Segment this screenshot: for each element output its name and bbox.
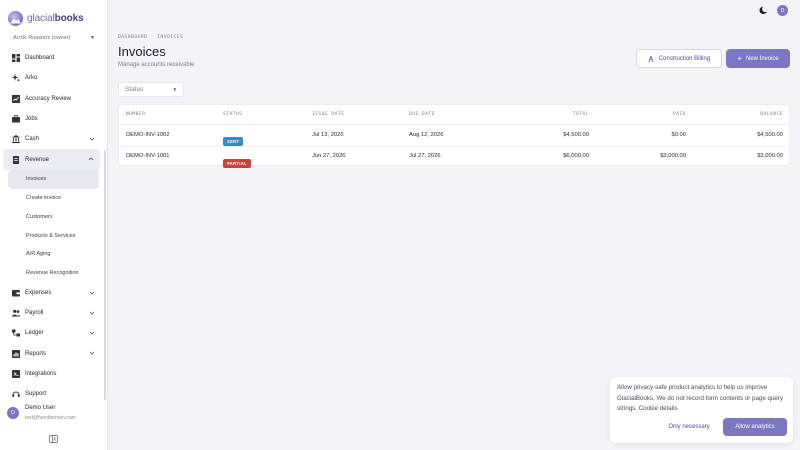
user-name: Demo User (25, 405, 56, 411)
collapse-sidebar-icon[interactable] (49, 435, 58, 443)
column-header-paid[interactable]: PAID (673, 112, 686, 117)
column-header-balance[interactable]: BALANCE (760, 112, 783, 117)
ledger-icon (12, 329, 20, 337)
caret-down-icon: ▼ (172, 87, 177, 92)
sidebar-item-dashboard[interactable]: Dashboard (0, 48, 104, 68)
only-necessary-button[interactable]: Only necessary (662, 419, 716, 435)
issue-date: Jul 13, 2026 (312, 131, 344, 138)
sidebar-subitem-customers[interactable]: Customers (0, 207, 104, 226)
caret-down-icon: ▼ (90, 35, 95, 41)
balance-amount: $4,500.00 (757, 131, 783, 138)
sidebar-subitem-revenue-recognition[interactable]: Revenue Recognition (0, 264, 104, 283)
org-name: Arctic Roasters (owner) (13, 35, 71, 41)
due-date: Jul 27, 2026 (409, 153, 441, 159)
brand-name: glacialbooks (27, 12, 84, 24)
bank-icon (12, 135, 20, 144)
people-icon (12, 309, 20, 317)
due-date: Aug 12, 2026 (409, 131, 444, 138)
avatar: D (7, 407, 19, 419)
column-header-due-date[interactable]: DUE DATE (409, 112, 435, 117)
sidebar-item-ledger[interactable]: Ledger (0, 323, 104, 343)
chevron-down-icon (89, 311, 95, 315)
cookie-details-link[interactable]: Cookie details (639, 405, 678, 412)
status-badge: SENT (223, 130, 244, 148)
paid-amount: $0.00 (671, 131, 686, 138)
briefcase-icon (12, 115, 20, 123)
status-badge: PARTIAL (223, 152, 251, 170)
sidebar-subitem-invoices[interactable]: Invoices (8, 169, 99, 189)
balance-amount: $3,000.00 (757, 153, 783, 159)
issue-date: Jun 27, 2026 (312, 153, 346, 159)
invoice-number[interactable]: DEMO-INV-1001 (126, 153, 170, 159)
user-info: Demo User test@fuentberrien.com (25, 405, 76, 421)
crane-icon (648, 55, 654, 62)
plus-icon: + (737, 53, 742, 63)
report-icon (12, 349, 20, 358)
brand[interactable]: glacialbooks (8, 7, 107, 29)
table-row[interactable]: DEMO-INV-1002 SENT Jul 13, 2026 Aug 12, … (119, 125, 789, 146)
chevron-down-icon (89, 352, 95, 356)
invoice-number[interactable]: DEMO-INV-1002 (126, 132, 170, 138)
breadcrumb: DASHBOARD · INVOICES (118, 35, 183, 40)
column-header-number[interactable]: NUMBER (126, 112, 145, 117)
sidebar-nav: Dashboard Arko Accuracy Review Jobs Cash (0, 48, 104, 404)
sparkle-icon (12, 74, 20, 83)
sidebar-item-accuracy-review[interactable]: Accuracy Review (0, 89, 104, 109)
chevron-down-icon (89, 331, 95, 335)
column-header-issue-date[interactable]: ISSUE DATE (312, 112, 344, 117)
org-switcher[interactable]: Arctic Roasters (owner) ▼ (13, 32, 95, 44)
chevron-down-icon (89, 291, 95, 295)
sidebar-item-jobs[interactable]: Jobs (0, 109, 104, 129)
status-filter-placeholder: Status (125, 86, 144, 93)
sidebar-item-support[interactable]: Support (0, 384, 104, 404)
mountain-logo-icon (8, 10, 23, 26)
receipt-icon (12, 155, 20, 164)
table-header: NUMBER STATUS ISSUE DATE DUE DATE TOTAL … (119, 105, 789, 125)
breadcrumb-root[interactable]: DASHBOARD (118, 35, 147, 40)
total-amount: $6,000.00 (563, 153, 589, 159)
dashboard-icon (12, 54, 20, 63)
user-profile[interactable]: D Demo User test@fuentberrien.com (7, 405, 76, 421)
allow-analytics-button[interactable]: Allow analytics (723, 418, 787, 436)
cookie-message: Allow privacy-safe product analytics to … (617, 384, 784, 412)
breadcrumb-separator: · (147, 35, 158, 40)
plug-icon (12, 369, 20, 378)
status-filter-select[interactable]: Status ▼ (118, 82, 184, 97)
sidebar-item-integrations[interactable]: Integrations (0, 364, 104, 384)
page-subtitle: Manage accounts receivable (118, 62, 195, 68)
support-icon (12, 390, 20, 398)
sidebar-item-payroll[interactable]: Payroll (0, 303, 104, 323)
revenue-submenu: Invoices Create invoice Customers Produc… (0, 169, 104, 283)
sidebar-item-revenue[interactable]: Revenue (3, 149, 100, 170)
wallet-icon (12, 289, 20, 297)
cookie-consent-banner: Allow privacy-safe product analytics to … (610, 377, 793, 443)
invoices-table: NUMBER STATUS ISSUE DATE DUE DATE TOTAL … (118, 104, 790, 170)
total-amount: $4,500.00 (563, 131, 589, 138)
sidebar-subitem-ar-aging[interactable]: A/R Aging (0, 245, 104, 264)
chevron-up-icon (88, 157, 94, 161)
sidebar: glacialbooks Arctic Roasters (owner) ▼ D… (0, 0, 108, 450)
column-header-status[interactable]: STATUS (223, 112, 242, 117)
moon-icon[interactable] (759, 6, 768, 15)
sidebar-subitem-products-services[interactable]: Products & Services (0, 226, 104, 245)
user-email: test@fuentberrien.com (25, 415, 76, 421)
construction-billing-button[interactable]: Construction Billing (636, 49, 722, 68)
breadcrumb-current: INVOICES (157, 35, 184, 40)
sidebar-item-reports[interactable]: Reports (0, 343, 104, 363)
sidebar-item-expenses[interactable]: Expenses (0, 283, 104, 303)
table-row[interactable]: DEMO-INV-1001 PARTIAL Jun 27, 2026 Jul 2… (119, 145, 789, 170)
page-title: Invoices (118, 44, 166, 59)
sidebar-item-arko[interactable]: Arko (0, 68, 104, 88)
new-invoice-button[interactable]: + New Invoice (726, 49, 790, 68)
chevron-down-icon (89, 137, 95, 141)
column-header-total[interactable]: TOTAL (573, 112, 589, 117)
sidebar-subitem-create-invoice[interactable]: Create invoice (0, 189, 104, 208)
sidebar-scrollbar[interactable] (104, 150, 106, 400)
paid-amount: $3,000.00 (660, 153, 686, 159)
chart-icon (12, 94, 20, 103)
avatar[interactable]: D (777, 5, 788, 16)
sidebar-item-cash[interactable]: Cash (0, 129, 104, 149)
